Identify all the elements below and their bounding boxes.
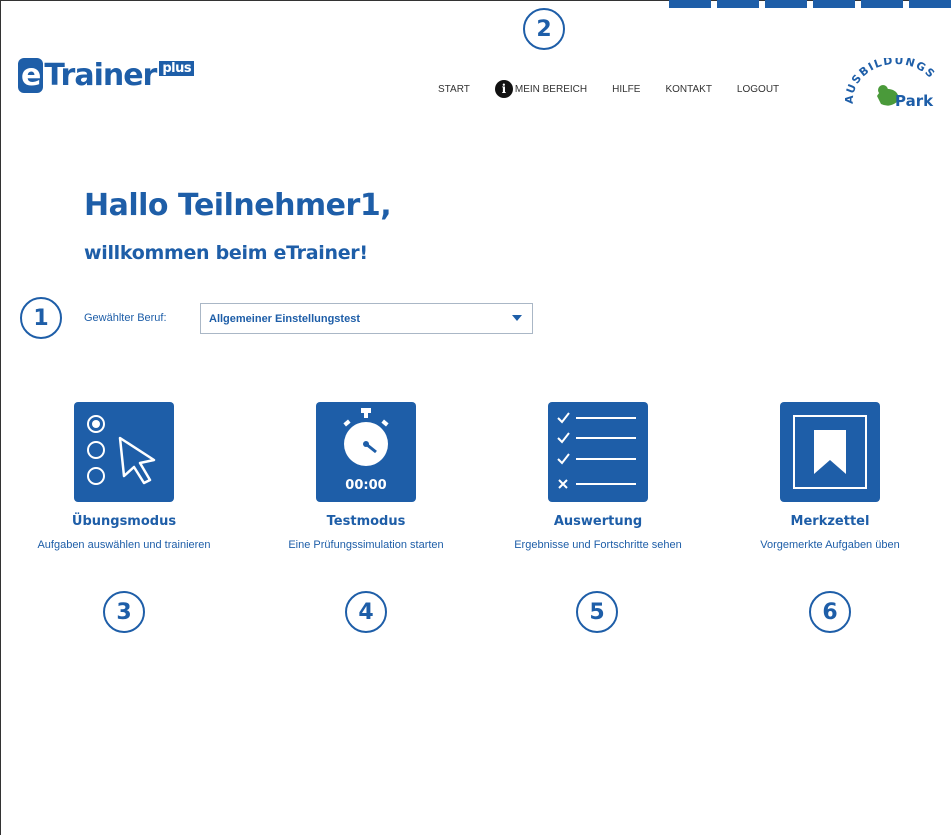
callout-2: 2 [523, 8, 565, 50]
nav-start[interactable]: START [438, 84, 470, 95]
greeting-subtitle: willkommen beim eTrainer! [84, 242, 368, 264]
callout-1: 1 [20, 297, 62, 339]
nav-logout[interactable]: LOGOUT [737, 84, 779, 95]
bookmark-icon [780, 402, 880, 502]
module-title: Testmodus [326, 514, 406, 529]
module-title: Übungsmodus [71, 514, 177, 529]
beruf-label: Gewählter Beruf: [84, 312, 167, 324]
radio-cursor-icon [74, 402, 174, 502]
module-auswertung[interactable]: Auswertung Ergebnisse und Fortschritte s… [488, 402, 708, 551]
module-title: Merkzettel [790, 514, 870, 529]
beruf-select[interactable]: Allgemeiner Einstellungstest [200, 303, 533, 334]
nav-hilfe[interactable]: HILFE [612, 84, 640, 95]
etrainer-logo[interactable]: e Trainer plus [18, 58, 195, 93]
module-desc: Ergebnisse und Fortschritte sehen [514, 539, 682, 551]
nav-mein-bereich[interactable]: i MEIN BEREICH [494, 80, 588, 98]
beruf-selected-value: Allgemeiner Einstellungstest [209, 312, 360, 325]
callout-5: 5 [576, 591, 618, 633]
ausbildungspark-logo[interactable]: AUSBILDUNGS Park [845, 58, 945, 118]
logo-plus-badge: plus [159, 61, 195, 76]
nav-kontakt[interactable]: KONTAKT [665, 84, 711, 95]
callout-6: 6 [809, 591, 851, 633]
module-uebungsmodus[interactable]: Übungsmodus Aufgaben auswählen und train… [14, 402, 234, 551]
chevron-down-icon [512, 315, 522, 321]
info-icon: i [494, 80, 513, 98]
top-color-strip [669, 0, 951, 8]
callout-3: 3 [103, 591, 145, 633]
nav-mein-bereich-label: MEIN BEREICH [514, 83, 588, 95]
module-merkzettel[interactable]: Merkzettel Vorgemerkte Aufgaben üben [720, 402, 940, 551]
main-nav: START i MEIN BEREICH HILFE KONTAKT LOGOU… [438, 80, 804, 98]
greeting-title: Hallo Teilnehmer1, [84, 188, 392, 223]
module-testmodus[interactable]: 00:00 Testmodus Eine Prüfungssimulation … [256, 402, 476, 551]
logo-text: e Trainer [18, 58, 157, 93]
timer-label: 00:00 [345, 478, 387, 493]
checklist-icon [548, 402, 648, 502]
svg-text:Park: Park [895, 92, 934, 110]
stopwatch-icon: 00:00 [316, 402, 416, 502]
module-desc: Eine Prüfungssimulation starten [288, 539, 444, 551]
module-title: Auswertung [553, 514, 643, 529]
module-desc: Aufgaben auswählen und trainieren [37, 539, 211, 551]
callout-4: 4 [345, 591, 387, 633]
module-desc: Vorgemerkte Aufgaben üben [760, 539, 900, 551]
